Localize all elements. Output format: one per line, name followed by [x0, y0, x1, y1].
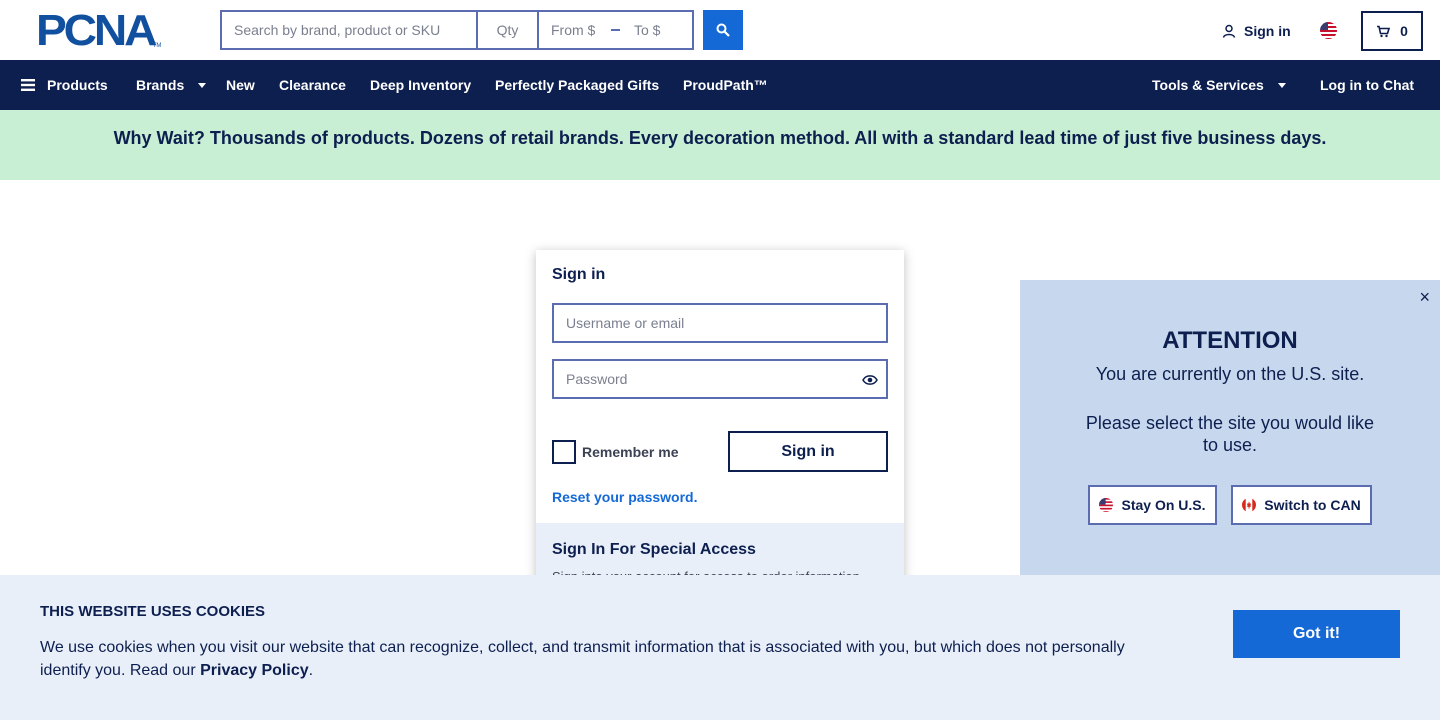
nav-products[interactable]: Products: [21, 60, 108, 110]
nav-new[interactable]: New: [226, 60, 255, 110]
special-access-title: Sign In For Special Access: [552, 541, 756, 558]
price-from-input[interactable]: [539, 12, 609, 48]
header-signin-label: Sign in: [1244, 23, 1291, 39]
chevron-down-icon: [1277, 82, 1286, 88]
username-input[interactable]: [554, 305, 886, 341]
password-field: [552, 359, 888, 399]
main-nav: Products Brands New Clearance Deep Inven…: [0, 60, 1440, 110]
nav-gifts[interactable]: Perfectly Packaged Gifts: [495, 60, 659, 110]
price-range: [539, 12, 692, 48]
site-header: PCNA TM Sign in 0: [0, 0, 1440, 60]
cookie-text: We use cookies when you visit our websit…: [40, 636, 1160, 682]
nav-proudpath[interactable]: ProudPath™: [683, 60, 768, 110]
password-input[interactable]: [554, 361, 886, 397]
nav-deep-inventory[interactable]: Deep Inventory: [370, 60, 471, 110]
nav-chat-label: Log in to Chat: [1320, 77, 1415, 93]
switch-can-button[interactable]: Switch to CAN: [1231, 485, 1372, 525]
nav-tools-services[interactable]: Tools & Services: [1152, 60, 1286, 110]
attention-current-site: You are currently on the U.S. site.: [1095, 364, 1365, 384]
canada-flag-icon: [1242, 498, 1257, 512]
nav-proudpath-label: ProudPath™: [683, 77, 768, 93]
logo-text: PCNA: [36, 6, 157, 55]
attention-title: ATTENTION: [1162, 327, 1298, 354]
nav-chat-login[interactable]: Log in to Chat: [1320, 60, 1414, 110]
cookie-period: .: [308, 662, 314, 679]
promo-text: Why Wait? Thousands of products. Dozens …: [113, 127, 1327, 148]
signin-submit-button[interactable]: Sign in: [728, 431, 888, 472]
region-attention-panel: × ATTENTION You are currently on the U.S…: [1020, 280, 1440, 580]
remember-me-checkbox[interactable]: [552, 440, 576, 464]
nav-products-label: Products: [47, 77, 108, 93]
nav-deep-inventory-label: Deep Inventory: [370, 77, 472, 93]
privacy-policy-link[interactable]: Privacy Policy: [200, 662, 309, 679]
nav-gifts-label: Perfectly Packaged Gifts: [495, 77, 660, 93]
nav-clearance-label: Clearance: [279, 77, 346, 93]
signin-title: Sign in: [552, 266, 606, 283]
user-icon: [1222, 24, 1236, 38]
header-signin-link[interactable]: Sign in: [1222, 20, 1291, 42]
cart-icon: [1377, 25, 1391, 37]
switch-can-label: Switch to CAN: [1264, 497, 1361, 513]
stay-us-button[interactable]: Stay On U.S.: [1088, 485, 1217, 525]
nav-clearance[interactable]: Clearance: [279, 60, 346, 110]
pcna-logo[interactable]: PCNA TM: [36, 6, 161, 55]
search-icon: [716, 23, 730, 37]
us-flag-icon[interactable]: [1320, 22, 1337, 39]
nav-new-label: New: [226, 77, 255, 93]
stay-us-label: Stay On U.S.: [1121, 497, 1206, 513]
close-icon[interactable]: ×: [1419, 288, 1430, 306]
promo-banner: Why Wait? Thousands of products. Dozens …: [0, 110, 1440, 180]
chevron-down-icon: [198, 82, 207, 88]
cookie-banner: THIS WEBSITE USES COOKIES We use cookies…: [0, 575, 1440, 720]
menu-icon: [21, 79, 35, 91]
reset-password-link[interactable]: Reset your password.: [552, 489, 698, 505]
us-flag-icon: [1099, 498, 1114, 512]
cookie-accept-button[interactable]: Got it!: [1233, 610, 1400, 658]
search-bar: [220, 10, 694, 50]
cart-button[interactable]: 0: [1361, 11, 1423, 51]
attention-select-prompt: Please select the site you would like to…: [1085, 413, 1375, 455]
price-dash: [611, 29, 620, 31]
nav-brands-label: Brands: [136, 77, 185, 93]
price-to-input[interactable]: [622, 12, 692, 48]
nav-brands[interactable]: Brands: [136, 60, 207, 110]
username-field: [552, 303, 888, 343]
search-button[interactable]: [703, 10, 743, 50]
cart-count: 0: [1400, 23, 1408, 39]
cookie-title: THIS WEBSITE USES COOKIES: [40, 603, 266, 620]
eye-icon[interactable]: [862, 373, 878, 387]
nav-tools-label: Tools & Services: [1152, 77, 1264, 93]
qty-input[interactable]: [478, 12, 539, 48]
remember-me-label: Remember me: [582, 444, 679, 460]
search-input[interactable]: [222, 12, 478, 48]
